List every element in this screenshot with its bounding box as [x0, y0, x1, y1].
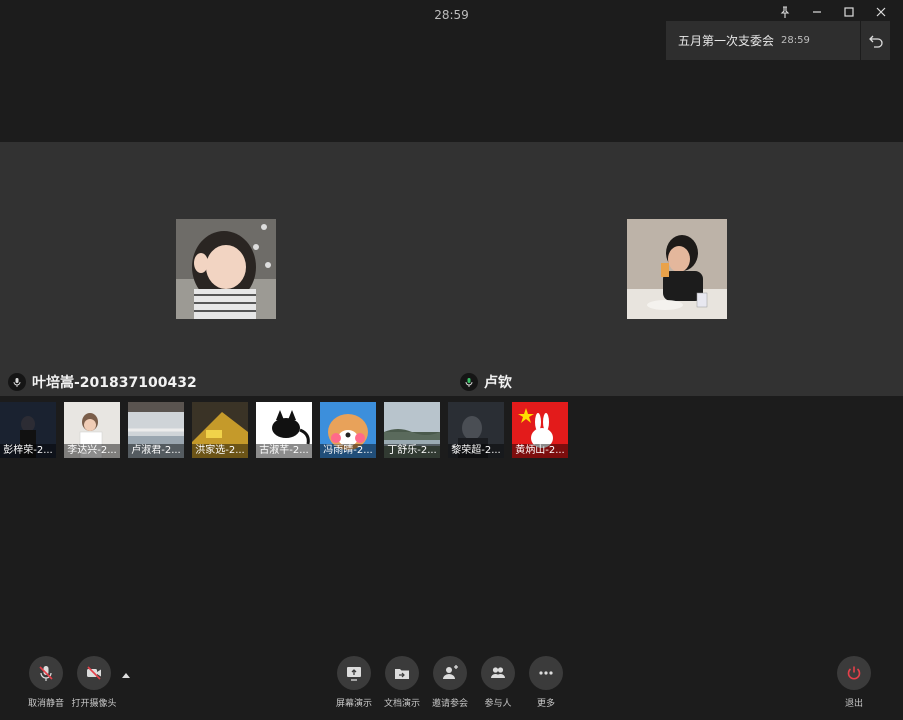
back-button[interactable]: [861, 21, 890, 60]
caret-up-icon: [122, 673, 130, 678]
close-button[interactable]: [865, 4, 897, 20]
users-icon: [491, 667, 505, 678]
add-user-icon: [443, 665, 458, 679]
video-tile-right[interactable]: 卢钦: [452, 142, 903, 396]
minimize-icon: [813, 11, 821, 13]
participant-thumb[interactable]: 李达兴-2...: [64, 402, 120, 458]
participant-thumb[interactable]: 黎荣超-2...: [448, 402, 504, 458]
pin-icon: [780, 6, 790, 18]
participant-video-child-drinking: [627, 219, 727, 319]
folder-share-icon: [395, 669, 409, 679]
participant-name-right: 卢钦: [460, 372, 512, 392]
video-tile-left[interactable]: 叶培嵩-201837100432: [0, 142, 451, 396]
participant-thumb[interactable]: 冯雨晴-2...: [320, 402, 376, 458]
window-controls: [769, 4, 897, 20]
participant-video-girl-waving: [176, 219, 276, 319]
participant-thumb[interactable]: 黄炳山-2...: [512, 402, 568, 458]
participant-thumb[interactable]: 彭梓荣-2...: [0, 402, 56, 458]
participant-name-right-text: 卢钦: [484, 375, 512, 391]
participant-strip: 彭梓荣-2... 李达兴-2... 卢淑君-2... 洪家选-2... 古淑芊-…: [0, 402, 576, 458]
participant-thumb[interactable]: 丁舒乐-2...: [384, 402, 440, 458]
control-bar: 取消静音 打开摄像头 屏幕演示 文档演示 邀请参会 参与人 更多 退出: [0, 656, 903, 720]
mic-muted-icon: [39, 666, 53, 681]
participant-thumb[interactable]: 古淑芊-2...: [256, 402, 312, 458]
camera-button[interactable]: 打开摄像头: [64, 656, 124, 709]
mic-active-icon: [460, 373, 478, 391]
screen-share-icon: [347, 667, 361, 681]
participant-thumb[interactable]: 洪家选-2...: [192, 402, 248, 458]
more-button[interactable]: 更多: [516, 656, 576, 709]
maximize-button[interactable]: [833, 4, 865, 20]
pin-button[interactable]: [769, 4, 801, 20]
meeting-timer: 28:59: [434, 8, 469, 22]
power-icon: [847, 666, 861, 680]
participant-name-left: 叶培嵩-201837100432: [8, 372, 197, 392]
exit-button[interactable]: 退出: [824, 656, 884, 709]
close-icon: [876, 7, 886, 17]
camera-off-icon: [87, 666, 101, 680]
more-dots-icon: [539, 671, 553, 675]
meeting-title: 五月第一次支委会: [678, 34, 775, 48]
undo-arrow-icon: [868, 35, 883, 48]
camera-options-caret[interactable]: [120, 670, 132, 680]
video-stage: 叶培嵩-201837100432 卢钦: [0, 142, 903, 396]
minimize-button[interactable]: [801, 4, 833, 20]
maximize-icon: [844, 7, 854, 17]
meeting-elapsed-time: 28:59: [781, 35, 810, 46]
participant-name-left-text: 叶培嵩-201837100432: [32, 375, 197, 391]
meeting-info-card: 五月第一次支委会 28:59: [666, 21, 860, 60]
participant-thumb[interactable]: 卢淑君-2...: [128, 402, 184, 458]
mic-icon: [8, 373, 26, 391]
